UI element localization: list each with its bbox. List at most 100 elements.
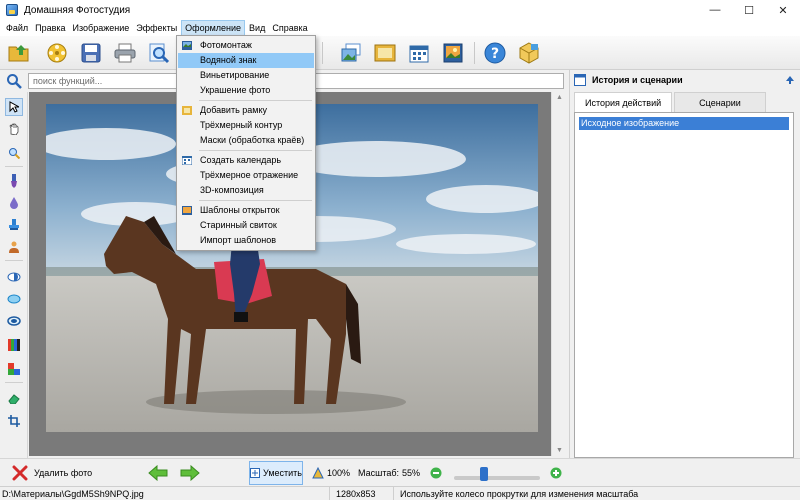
scroll-down-icon[interactable]: ▼ [556,447,563,454]
menu-item-label: Добавить рамку [200,105,268,115]
delete-photo-label: Удалить фото [34,468,93,478]
levels-tool-icon[interactable] [5,336,23,354]
menu-item-decorate-photo[interactable]: Украшение фото [178,83,314,98]
menu-design[interactable]: Оформление [181,20,246,36]
zoom-in-button[interactable] [550,463,562,483]
left-toolbar [0,92,28,458]
menu-item-label: Трёхмерный контур [200,120,283,130]
menu-item-postcard-templates[interactable]: Шаблоны открыток [178,203,314,218]
person-retouch-icon[interactable] [5,238,23,256]
canvas-vertical-scrollbar[interactable]: ▲ ▼ [551,92,568,456]
menu-item-old-scroll[interactable]: Старинный свиток [178,218,314,233]
menu-item-add-frame[interactable]: Добавить рамку [178,103,314,118]
hue-tool-icon[interactable] [5,290,23,308]
menu-help[interactable]: Справка [269,20,310,36]
postcard-icon [182,206,192,215]
menu-item-masks[interactable]: Маски (обработка краёв) [178,133,314,148]
history-panel-tabs: История действий Сценарии [574,92,768,113]
pointer-tool-icon[interactable] [5,98,23,116]
frame-icon[interactable] [372,40,398,66]
window-title: Домашняя Фотостудия [24,4,131,16]
zoom-value: 55% [402,468,421,478]
contrast-tool-icon[interactable] [5,268,23,286]
calendar-icon [182,156,192,165]
menu-item-label: Маски (обработка краёв) [200,135,305,145]
hand-tool-icon[interactable] [5,120,23,138]
menu-item-3d-composition[interactable]: 3D-композиция [178,183,314,198]
actual-size-icon [312,467,324,479]
print-icon[interactable] [112,40,138,66]
menu-item-photomontage[interactable]: Фотомонтаж [178,38,314,53]
status-hint: Используйте колесо прокрутки для изменен… [400,489,639,499]
images-icon[interactable] [338,40,364,66]
menu-item-label: Украшение фото [200,85,271,95]
menu-item-label: Старинный свиток [200,220,277,230]
zoom-out-button[interactable] [430,463,442,483]
next-photo-button[interactable] [180,463,200,483]
eraser-tool-icon[interactable] [5,390,23,408]
svg-text:?: ? [491,46,499,62]
menu-item-create-calendar[interactable]: Создать календарь [178,153,314,168]
history-panel-icon [574,74,586,86]
scroll-up-icon[interactable]: ▲ [556,94,563,101]
window-controls: — ☐ ✕ [698,0,800,20]
history-panel-title: История и сценарии [592,75,683,85]
close-button[interactable]: ✕ [766,0,800,20]
package-icon[interactable] [516,40,542,66]
file-path: D:\Материалы\GgdM5Sh9NPQ.jpg [0,487,330,500]
zoom-tool-icon[interactable] [5,144,23,162]
menu-item-watermark[interactable]: Водяной знак [178,53,314,68]
zoom-preview-icon[interactable] [146,40,172,66]
menu-item-3d-contour[interactable]: Трёхмерный контур [178,118,314,133]
film-reel-icon[interactable] [44,40,70,66]
help-icon[interactable]: ? [482,40,508,66]
saturation-tool-icon[interactable] [5,312,23,330]
search-icon [6,73,22,89]
collapse-panel-icon[interactable] [785,75,795,85]
open-folder-icon[interactable] [6,40,32,66]
menu-item-label: Шаблоны открыток [200,205,280,215]
delete-icon [12,465,28,481]
calendar-icon[interactable] [406,40,432,66]
main-toolbar: ? [0,36,800,70]
menu-item-label: Импорт шаблонов [200,235,277,245]
previous-photo-button[interactable] [148,463,168,483]
zoom-100-button[interactable]: 100% [312,463,350,483]
postcard-icon[interactable] [440,40,466,66]
zoom-in-icon [550,467,562,479]
tab-action-history[interactable]: История действий [574,92,673,113]
bottom-toolbar: Удалить фото Уместить 100% Масштаб: 55% [0,458,800,486]
delete-photo-button[interactable]: Удалить фото [12,463,92,483]
history-item[interactable]: Исходное изображение [579,117,789,130]
design-menu-dropdown: Фотомонтаж Водяной знак Виньетирование У… [176,35,316,251]
app-icon [6,4,18,16]
fit-to-window-button[interactable]: Уместить [249,461,303,485]
menu-item-label: Водяной знак [200,55,257,65]
save-icon[interactable] [78,40,104,66]
menu-item-vignette[interactable]: Виньетирование [178,68,314,83]
zoom-100-label: 100% [327,468,351,478]
maximize-button[interactable]: ☐ [732,0,766,20]
clone-stamp-icon[interactable] [5,216,23,234]
tab-scenarios[interactable]: Сценарии [674,92,766,112]
menu-item-label: Создать календарь [200,155,282,165]
color-channels-icon[interactable] [5,360,23,378]
menu-effects[interactable]: Эффекты [133,20,180,36]
image-dimensions: 1280x853 [334,487,394,500]
zoom-slider-track[interactable] [454,476,540,480]
menu-view[interactable]: Вид [246,20,268,36]
menu-item-import-templates[interactable]: Импорт шаблонов [178,233,314,248]
crop-tool-icon[interactable] [5,412,23,430]
minimize-button[interactable]: — [698,0,732,20]
zoom-slider-thumb[interactable] [480,467,489,481]
menu-image[interactable]: Изображение [70,20,133,36]
menu-item-label: Виньетирование [200,70,270,80]
history-panel: История и сценарии История действий Сцен… [569,70,800,458]
status-bar: D:\Материалы\GgdM5Sh9NPQ.jpg 1280x853 Ис… [0,486,800,500]
arrow-left-icon [148,465,168,481]
menu-file[interactable]: Файл [3,20,31,36]
menu-item-3d-reflection[interactable]: Трёхмерное отражение [178,168,314,183]
menu-edit[interactable]: Правка [32,20,68,36]
blur-tool-icon[interactable] [5,194,23,212]
brush-tool-icon[interactable] [5,172,23,190]
